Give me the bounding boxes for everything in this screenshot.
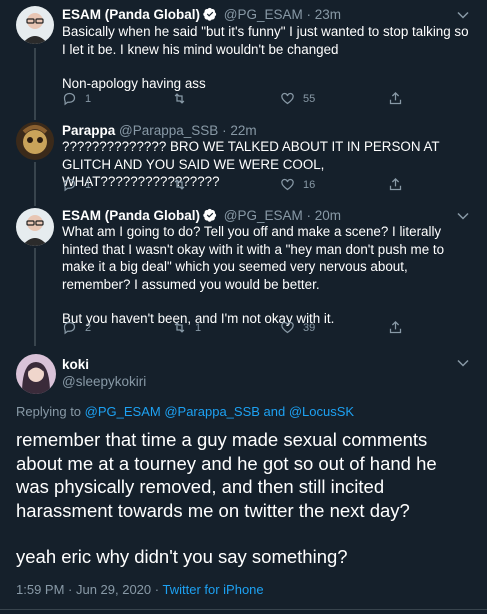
divider <box>0 609 487 610</box>
author-handle[interactable]: @sleepykokiri <box>62 374 146 389</box>
share-icon <box>389 177 402 191</box>
tweet-timestamp[interactable]: 1:59 PM · Jun 29, 2020 · <box>16 582 159 597</box>
author-name[interactable]: ESAM (Panda Global) <box>62 208 200 223</box>
reply-button[interactable]: 1 <box>62 177 91 192</box>
avatar[interactable] <box>16 6 54 44</box>
verified-icon <box>203 208 217 222</box>
avatar[interactable] <box>16 208 54 246</box>
share-button[interactable] <box>388 177 403 192</box>
tweet-3[interactable]: ESAM (Panda Global) @PG_ESAM · 20m What … <box>0 204 487 344</box>
verified-icon <box>203 7 217 21</box>
chevron-down-icon[interactable] <box>457 212 469 220</box>
focused-tweet: koki @sleepykokiri Replying to @PG_ESAM … <box>0 346 487 614</box>
tweet-text-line: Non-apology having ass <box>62 76 206 91</box>
reply-icon <box>63 178 76 192</box>
like-button[interactable]: 39 <box>280 320 315 335</box>
reply-count: 1 <box>85 178 92 191</box>
author-name[interactable]: ESAM (Panda Global) <box>62 7 200 22</box>
like-button[interactable]: 55 <box>280 91 315 106</box>
tweet-text: Basically when he said "but it's funny" … <box>62 23 472 93</box>
tweet-actions: 1 16 <box>62 177 422 195</box>
tweet-text: remember that time a guy made sexual com… <box>16 428 471 569</box>
replying-to: Replying to @PG_ESAM @Parappa_SSB and @L… <box>16 404 354 419</box>
retweet-icon <box>174 322 185 333</box>
avatar[interactable] <box>16 122 54 160</box>
reply-icon <box>63 92 76 106</box>
like-count: 55 <box>303 92 316 105</box>
retweet-button[interactable] <box>172 91 195 106</box>
share-button[interactable] <box>388 320 403 335</box>
author-name[interactable]: Parappa <box>62 123 115 138</box>
like-count: 39 <box>303 321 316 334</box>
timestamp[interactable]: · 23m <box>307 7 342 22</box>
tweet-footer: 1:59 PM · Jun 29, 2020 · Twitter for iPh… <box>16 582 264 597</box>
retweet-button[interactable] <box>172 177 195 192</box>
chevron-down-icon[interactable] <box>457 11 469 19</box>
tweet-actions: 2 1 39 <box>62 320 422 338</box>
chevron-down-icon[interactable] <box>457 359 469 367</box>
tweet-text-line: What am I going to do? Tell you off and … <box>62 224 445 292</box>
retweet-icon <box>174 93 185 104</box>
like-icon <box>281 321 294 334</box>
tweet-source[interactable]: Twitter for iPhone <box>162 582 263 597</box>
tweet-text-line: yeah eric why didn't you say something? <box>16 546 348 567</box>
author-handle[interactable]: @Parappa_SSB <box>119 123 218 138</box>
tweet-text: What am I going to do? Tell you off and … <box>62 223 472 328</box>
author-handle[interactable]: @PG_ESAM <box>224 208 303 223</box>
like-icon <box>281 178 294 191</box>
like-button[interactable]: 16 <box>280 177 315 192</box>
retweet-icon <box>174 179 185 190</box>
reply-count: 1 <box>85 92 92 105</box>
tweet-text-line: Basically when he said "but it's funny" … <box>62 24 469 57</box>
avatar[interactable] <box>16 354 56 394</box>
share-button[interactable] <box>388 91 403 106</box>
reply-button[interactable]: 2 <box>62 320 91 335</box>
tweet-2[interactable]: Parappa @Parappa_SSB · 22m ?????????????… <box>0 118 487 204</box>
reply-count: 2 <box>85 321 92 334</box>
like-count: 16 <box>303 178 316 191</box>
timestamp[interactable]: · 20m <box>307 208 342 223</box>
tweet-1[interactable]: ESAM (Panda Global) @PG_ESAM · 23m Basic… <box>0 0 487 116</box>
author-name[interactable]: koki <box>62 357 89 372</box>
like-icon <box>281 92 294 105</box>
reply-icon <box>63 321 76 335</box>
author-handle[interactable]: @PG_ESAM <box>224 7 303 22</box>
share-icon <box>389 91 402 105</box>
reply-button[interactable]: 1 <box>62 91 91 106</box>
replying-prefix: Replying to <box>16 404 82 419</box>
timestamp[interactable]: · 22m <box>222 123 257 138</box>
retweet-count: 1 <box>195 321 202 334</box>
share-icon <box>389 320 402 334</box>
tweet-text-line: remember that time a guy made sexual com… <box>16 429 437 521</box>
replying-links[interactable]: @PG_ESAM @Parappa_SSB and @LocusSK <box>85 404 354 419</box>
retweet-button[interactable]: 1 <box>172 320 201 335</box>
tweet-actions: 1 55 <box>62 91 422 109</box>
